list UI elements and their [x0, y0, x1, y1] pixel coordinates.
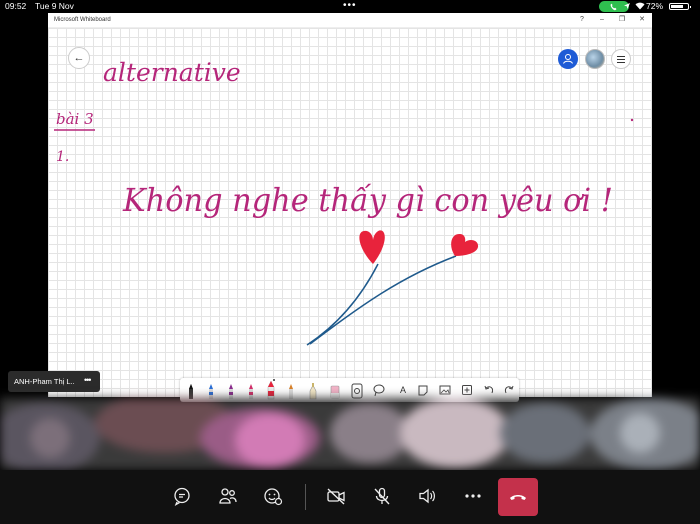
speaker-icon[interactable] [417, 486, 437, 506]
status-date: Tue 9 Nov [35, 1, 74, 11]
window-title: Microsoft Whiteboard [54, 17, 111, 23]
hang-up-button[interactable] [498, 478, 538, 516]
heart-left-icon [359, 230, 385, 264]
section-ink: bài 3 [56, 110, 94, 128]
lasso-icon[interactable] [372, 380, 386, 400]
redo-icon[interactable] [502, 380, 516, 400]
participants-icon[interactable] [218, 486, 238, 506]
undo-icon[interactable] [482, 380, 496, 400]
video-tile-4 [330, 403, 410, 463]
mic-off-icon[interactable] [372, 486, 392, 506]
sticky-note-icon[interactable] [416, 380, 430, 400]
pen-blue-icon[interactable] [204, 380, 218, 400]
highlighter-icon[interactable] [306, 380, 320, 400]
message-ink: Không nghe thấy gì con yêu ơi ! [122, 181, 613, 219]
video-face-7 [620, 413, 660, 453]
pen-purple-icon[interactable] [224, 380, 238, 400]
eraser-icon[interactable] [328, 380, 342, 400]
arrow-left-icon: ← [73, 52, 85, 64]
menu-icon-line [617, 59, 625, 60]
back-button[interactable]: ← [68, 47, 90, 69]
menu-button[interactable] [611, 49, 631, 69]
status-bar: 09:52 Tue 9 Nov ••• 72% [0, 0, 700, 13]
wifi-icon [635, 2, 645, 10]
ruler-icon[interactable] [350, 380, 364, 400]
stem-right [309, 255, 457, 345]
pen-black-icon[interactable] [184, 380, 198, 400]
heading-ink: alternative [103, 58, 241, 87]
video-gallery [0, 398, 700, 470]
avatar[interactable] [585, 49, 605, 69]
help-button[interactable]: ? [574, 13, 590, 27]
video-tile-6 [500, 403, 590, 463]
chat-icon[interactable] [172, 486, 192, 506]
participant-name-tag[interactable]: ANH-Pham Thị L.. ••• [8, 371, 100, 392]
battery-percent: 72% [646, 1, 664, 11]
title-bar: Microsoft Whiteboard ? – ❐ ✕ [48, 13, 652, 28]
camera-off-icon[interactable] [326, 486, 346, 506]
participant-more-button[interactable]: ••• [84, 370, 92, 391]
video-face-1 [30, 418, 70, 458]
stray-dot [630, 118, 634, 122]
menu-icon-line [617, 62, 625, 63]
pen-red-selected-icon[interactable] [264, 378, 278, 400]
location-icon [624, 3, 630, 9]
stem-left [306, 263, 379, 346]
whiteboard-canvas[interactable]: alternative bài 3 1. Không nghe thấy gì … [48, 28, 652, 397]
image-icon[interactable] [438, 380, 452, 400]
menu-icon [617, 56, 625, 57]
call-controls-bar [0, 470, 700, 524]
battery-icon [669, 3, 691, 10]
heart-right-icon [451, 233, 479, 256]
pen-orange-icon[interactable] [284, 380, 298, 400]
profile-button[interactable] [558, 49, 578, 69]
person-icon [563, 54, 573, 64]
close-button[interactable]: ✕ [634, 13, 650, 27]
pen-red-icon[interactable] [244, 380, 258, 400]
minimize-button[interactable]: – [594, 13, 610, 27]
whiteboard-window: Microsoft Whiteboard ? – ❐ ✕ alternative… [48, 13, 652, 397]
add-icon[interactable] [460, 380, 474, 400]
more-icon[interactable] [463, 486, 483, 506]
maximize-button[interactable]: ❐ [614, 13, 630, 27]
dots-icon[interactable]: ••• [343, 0, 357, 11]
ink-layer: alternative bài 3 1. Không nghe thấy gì … [54, 58, 634, 346]
video-face-3 [235, 413, 305, 468]
hang-up-icon [510, 495, 526, 500]
call-bar-divider [305, 484, 306, 510]
video-tile-5 [400, 398, 510, 468]
status-time: 09:52 [5, 1, 27, 11]
item-number-ink: 1. [56, 149, 69, 165]
reactions-icon[interactable] [263, 486, 283, 506]
participant-name: ANH-Pham Thị L.. [14, 377, 75, 386]
